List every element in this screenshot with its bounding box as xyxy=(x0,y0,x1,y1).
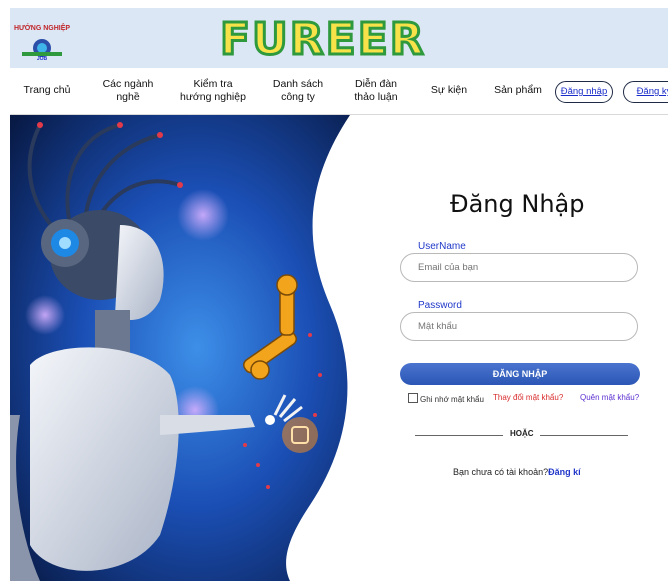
nav-events[interactable]: Sự kiện xyxy=(426,84,472,97)
robot-illustration xyxy=(10,115,350,581)
login-submit-button[interactable]: ĐĂNG NHẬP xyxy=(400,363,640,385)
hero-illustration xyxy=(10,115,350,581)
register-nav-button[interactable]: Đăng ký xyxy=(623,81,668,103)
forgot-password-link[interactable]: Quên mật khẩu? xyxy=(580,393,639,402)
remember-row: Ghi nhớ mật khẩu xyxy=(408,393,484,404)
signup-prompt: Bạn chưa có tài khoản?Đăng kí xyxy=(453,467,581,477)
nav-career-test[interactable]: Kiểm tra hướng nghiệp xyxy=(178,78,248,104)
site-header: HƯỚNG NGHIỆP JOB FUREER xyxy=(10,8,668,68)
password-label: Password xyxy=(418,300,462,311)
nav-companies[interactable]: Danh sách công ty xyxy=(268,78,328,104)
password-field-wrapper xyxy=(400,312,638,341)
site-logo[interactable]: HƯỚNG NGHIỆP JOB xyxy=(12,20,72,62)
divider-right xyxy=(540,435,628,436)
username-field-wrapper xyxy=(400,253,638,282)
signup-link[interactable]: Đăng kí xyxy=(548,467,581,477)
remember-checkbox[interactable] xyxy=(408,393,418,403)
nav-products[interactable]: Sản phẩm xyxy=(490,84,546,97)
nav-home[interactable]: Trang chủ xyxy=(22,84,72,97)
brand-title: FUREER xyxy=(219,13,426,67)
logo-text-bottom: JOB xyxy=(37,56,48,62)
logo-text-top: HƯỚNG NGHIỆP xyxy=(14,23,70,32)
remember-label: Ghi nhớ mật khẩu xyxy=(420,395,484,404)
or-separator: HOẶC xyxy=(510,429,534,438)
login-title: Đăng Nhập xyxy=(450,190,585,218)
nav-forum[interactable]: Diễn đàn thảo luận xyxy=(346,78,406,104)
login-panel: Đăng Nhập UserName Password ĐĂNG NHẬP Gh… xyxy=(380,115,668,581)
main-nav: Trang chủ Các ngành nghề Kiểm tra hướng … xyxy=(10,68,668,115)
username-input[interactable] xyxy=(416,261,620,274)
login-nav-button[interactable]: Đăng nhập xyxy=(555,81,613,103)
divider-left xyxy=(415,435,503,436)
change-password-link[interactable]: Thay đổi mật khẩu? xyxy=(493,393,563,402)
no-account-text: Bạn chưa có tài khoản? xyxy=(453,467,549,477)
password-input[interactable] xyxy=(416,320,620,333)
username-label: UserName xyxy=(418,241,466,252)
nav-careers[interactable]: Các ngành nghề xyxy=(98,78,158,104)
